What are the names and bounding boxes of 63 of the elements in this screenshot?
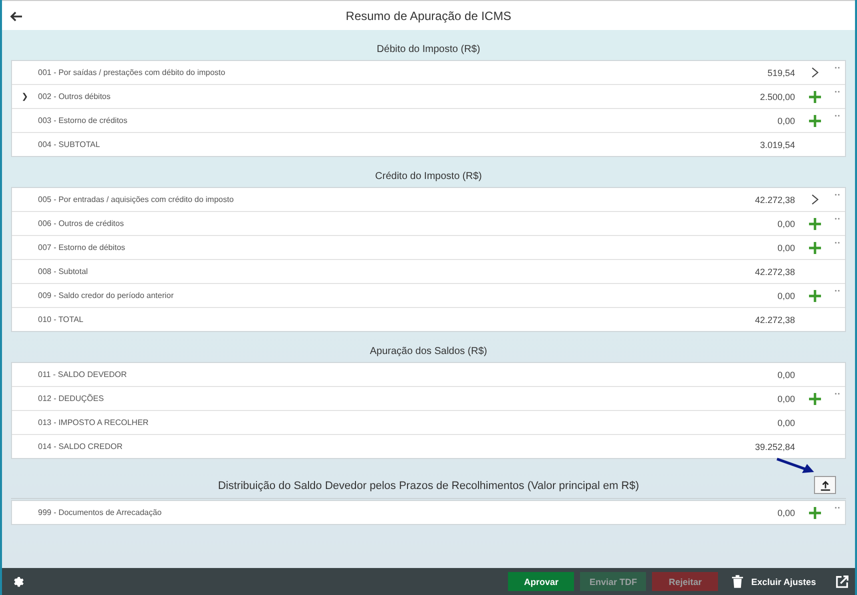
add-icon[interactable]	[809, 242, 821, 254]
row-label: 004 - SUBTOTAL	[38, 140, 101, 149]
upload-icon[interactable]	[820, 480, 830, 490]
chevron-right-icon[interactable]	[811, 67, 819, 78]
row-label: 012 - DEDUÇÕES	[38, 394, 105, 403]
row-value: 42.272,38	[754, 194, 795, 204]
row-label: 009 - Saldo credor do período anterior	[38, 291, 175, 300]
row-label: 014 - SALDO CREDOR	[38, 442, 124, 451]
row-label: 013 - IMPOSTO A RECOLHER	[38, 418, 150, 427]
row-value: 0,00	[777, 116, 795, 126]
expand-marker[interactable]: ❯	[22, 92, 28, 101]
page-title: Resumo de Apuração de ICMS	[346, 8, 512, 22]
row-label: 003 - Estorno de créditos	[38, 116, 128, 125]
add-icon[interactable]	[809, 218, 821, 230]
add-icon[interactable]	[809, 506, 821, 518]
export-icon[interactable]	[836, 575, 849, 588]
row-value: 3.019,54	[760, 140, 795, 150]
chevron-right-icon[interactable]	[811, 194, 819, 205]
row-label: 002 - Outros débitos	[38, 92, 112, 101]
section-title: Distribuição do Saldo Devedor pelos Prazos de Recolhimentos (Valor principal em R$)	[218, 480, 640, 492]
action-button[interactable]: Aprovar	[508, 572, 574, 591]
upload-button[interactable]	[814, 476, 836, 494]
handle-icon[interactable]	[835, 67, 840, 69]
row-value: 39.252,84	[754, 442, 795, 452]
row-value: 42.272,38	[754, 314, 795, 324]
row-label: 001 - Por saídas / prestações com débito do imposto	[38, 68, 226, 77]
back-arrow-icon[interactable]	[10, 11, 23, 22]
row-value: 519,54	[767, 68, 795, 78]
handle-icon[interactable]	[835, 115, 840, 117]
add-icon[interactable]	[809, 90, 821, 102]
row-value: 0,00	[777, 508, 795, 518]
row-value: 0,00	[777, 370, 795, 380]
handle-icon[interactable]	[835, 242, 840, 244]
trash-icon[interactable]	[732, 575, 744, 588]
add-icon[interactable]	[809, 114, 821, 126]
row-label: 005 - Por entradas / aquisições com crédito do imposto	[38, 195, 235, 204]
row-value: 0,00	[777, 394, 795, 404]
handle-icon[interactable]	[835, 218, 840, 220]
handle-icon[interactable]	[835, 393, 840, 395]
add-icon[interactable]	[809, 392, 821, 404]
row-value: 2.500,00	[760, 92, 795, 102]
settings-icon[interactable]	[12, 575, 25, 588]
row-label: 999 - Documentos de Arrecadação	[38, 508, 163, 517]
row-value: 0,00	[777, 290, 795, 300]
row-value: 0,00	[777, 218, 795, 228]
row-value: 0,00	[777, 242, 795, 252]
row-label: 011 - SALDO DEVEDOR	[38, 370, 128, 379]
handle-icon[interactable]	[835, 507, 840, 509]
delete-adjustments-link[interactable]: Excluir Ajustes	[751, 576, 816, 586]
row-label: 006 - Outros de créditos	[38, 219, 125, 228]
section-title: Débito do Imposto (R$)	[376, 44, 480, 54]
handle-icon[interactable]	[835, 194, 840, 196]
row-value: 42.272,38	[754, 266, 795, 276]
row-value: 0,00	[777, 418, 795, 428]
handle-icon[interactable]	[835, 290, 840, 292]
section-title: Crédito do Imposto (R$)	[375, 170, 482, 182]
row-label: 008 - Subtotal	[38, 267, 89, 276]
add-icon[interactable]	[809, 290, 821, 302]
row-label: 007 - Estorno de débitos	[38, 243, 126, 252]
row-label: 010 - TOTAL	[38, 315, 84, 324]
section-title: Apuração dos Saldos (R$)	[370, 346, 488, 356]
handle-icon[interactable]	[835, 91, 840, 93]
pointer-arrow-icon	[776, 457, 816, 475]
